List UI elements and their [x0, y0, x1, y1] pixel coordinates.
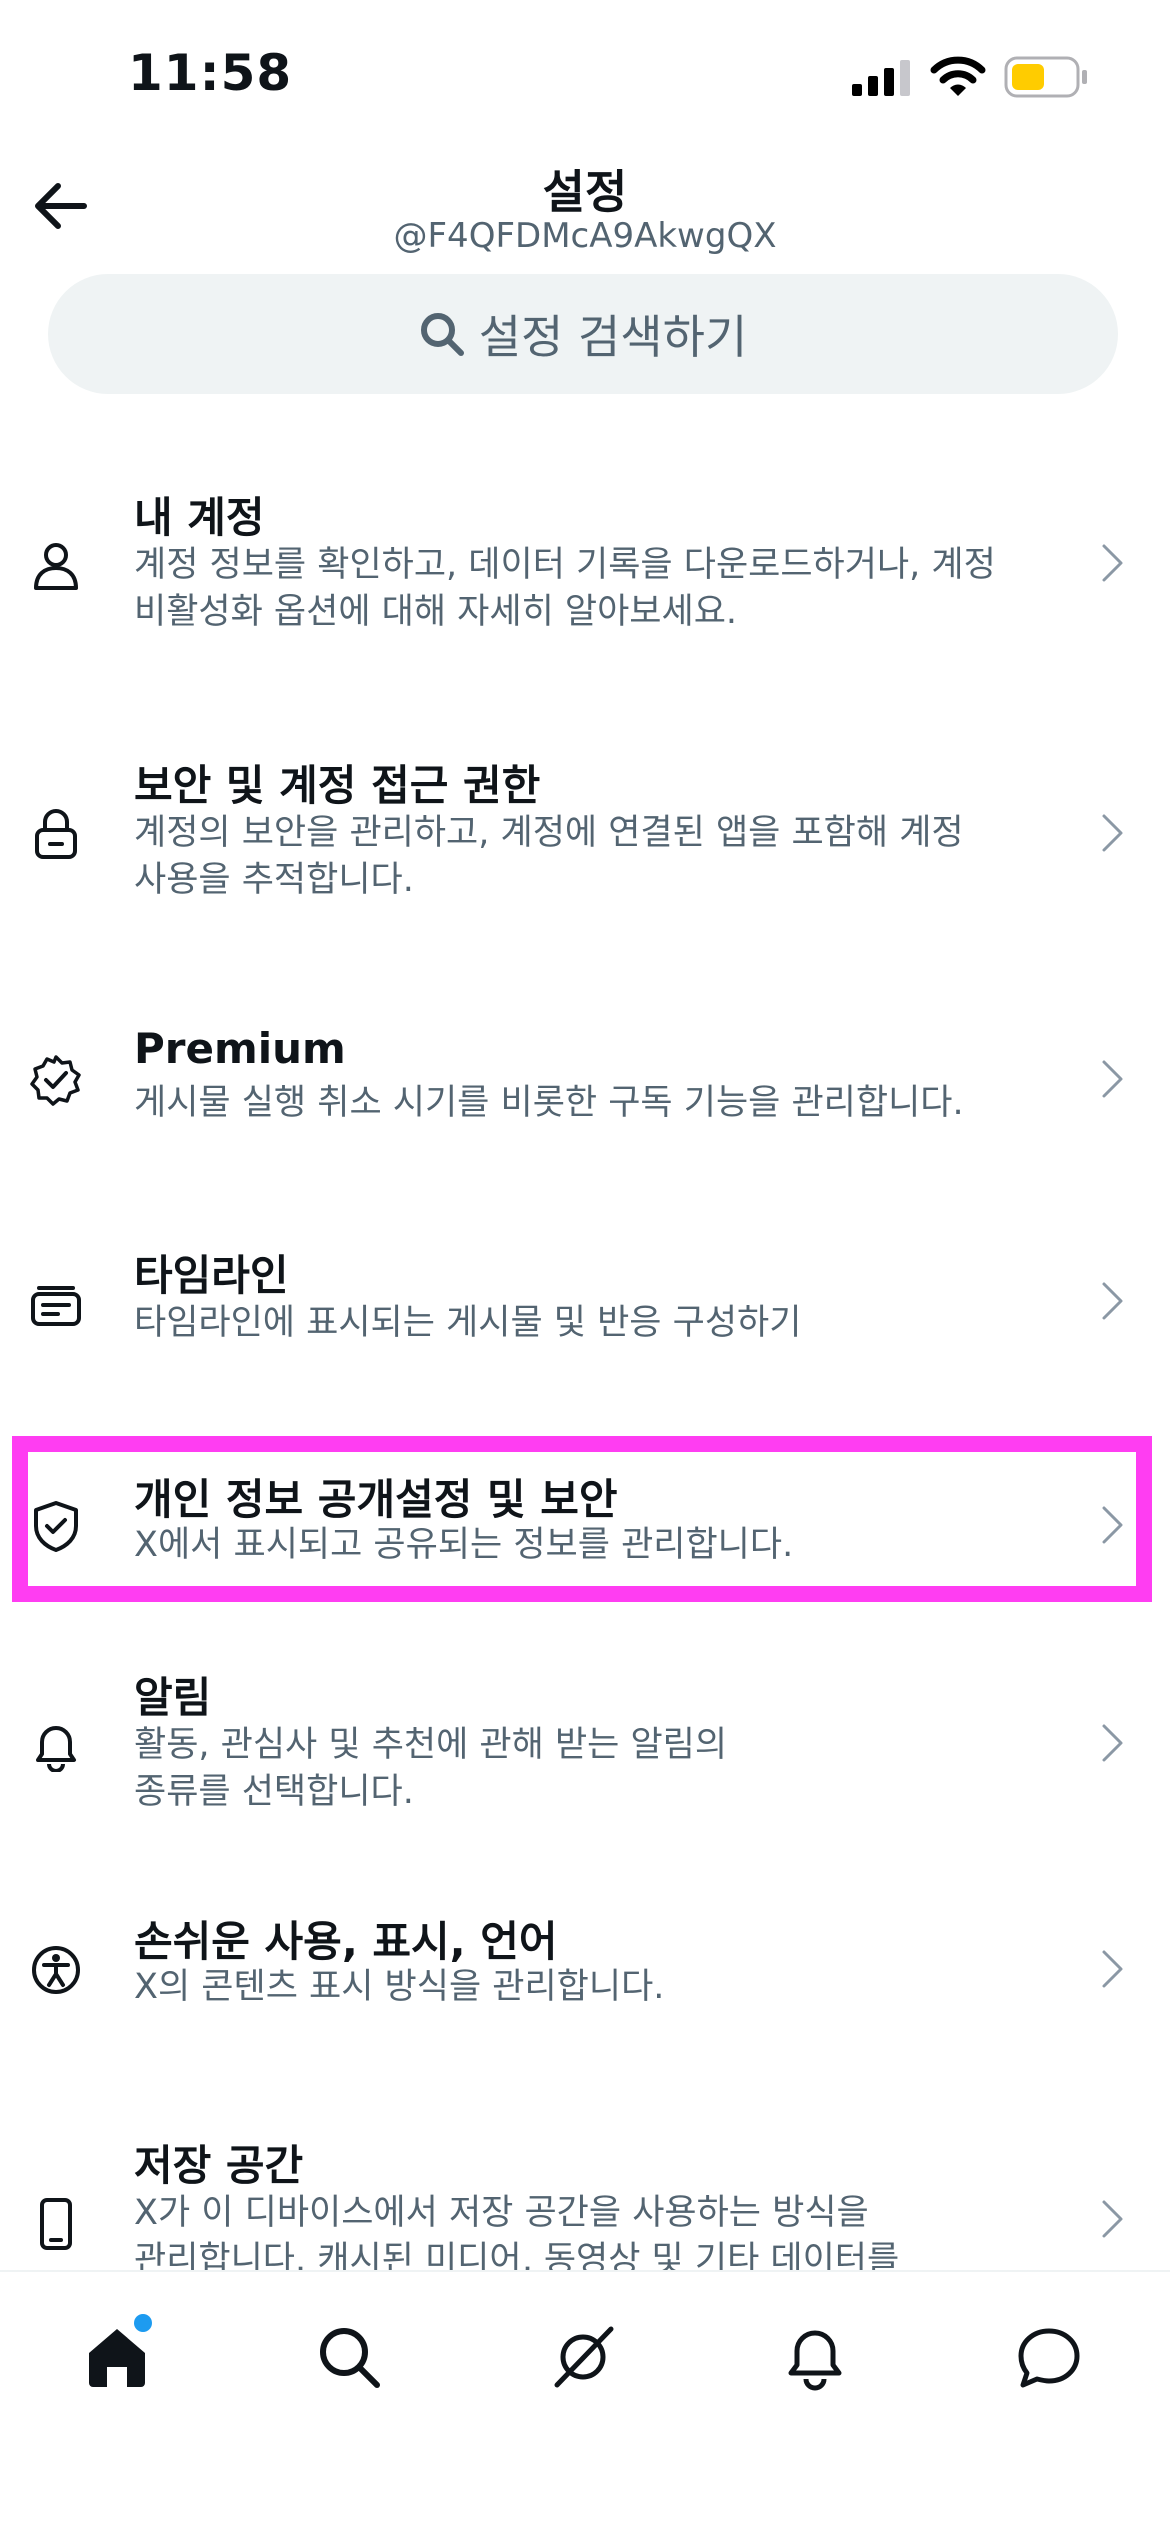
chevron-right-icon: [1102, 1282, 1123, 1320]
search-icon: [320, 2328, 380, 2388]
settings-item-title: 알림: [134, 1673, 212, 1722]
settings-search-bar[interactable]: 설정 검색하기: [48, 274, 1118, 394]
chevron-right-icon: [1102, 814, 1123, 852]
settings-screen: 11:58 설정 @F4QFDMcA9AkwgQX 설정 검색하기 내 계정 계…: [0, 0, 1170, 2532]
settings-item-description: 타임라인에 표시되는 게시물 및 반응 구성하기: [134, 1303, 802, 1343]
bottom-nav: [0, 2270, 1170, 2532]
timeline-card-icon: [31, 1286, 81, 1326]
chevron-right-icon: [1102, 1950, 1123, 1988]
settings-item-your-account[interactable]: 내 계정 계정 정보를 확인하고, 데이터 기록을 다운로드하거나, 계정 비활…: [0, 480, 1170, 650]
wifi-icon: [930, 56, 986, 96]
lock-icon: [35, 809, 77, 859]
nav-messages[interactable]: [1004, 2312, 1094, 2402]
chevron-right-icon: [1102, 544, 1123, 582]
settings-item-description: X의 콘텐츠 표시 방식을 관리합니다.: [134, 1967, 665, 2007]
home-icon: [89, 2329, 145, 2387]
phone-icon: [40, 2198, 72, 2250]
settings-item-description: 계정의 보안을 관리하고, 계정에 연결된 앱을 포함해 계정 사용을 추적합니…: [134, 813, 964, 900]
settings-list: 내 계정 계정 정보를 확인하고, 데이터 기록을 다운로드하거나, 계정 비활…: [0, 420, 1170, 2270]
messages-icon: [1018, 2328, 1080, 2388]
status-bar: 11:58: [0, 0, 1170, 150]
chevron-right-icon: [1102, 1060, 1123, 1098]
settings-item-title: 보안 및 계정 접근 권한: [134, 761, 541, 810]
verified-badge-icon: [30, 1055, 81, 1106]
settings-item-description: 계정 정보를 확인하고, 데이터 기록을 다운로드하거나, 계정 비활성화 옵션…: [134, 545, 996, 632]
page-title: 설정: [542, 165, 628, 219]
header: 설정 @F4QFDMcA9AkwgQX: [0, 150, 1170, 270]
settings-item-description: X가 이 디바이스에서 저장 공간을 사용하는 방식을 관리합니다. 캐시된 미…: [134, 2193, 900, 2270]
settings-item-title: 저장 공간: [134, 2141, 304, 2190]
chevron-right-icon: [1102, 2200, 1123, 2238]
search-icon: [420, 313, 464, 356]
settings-item-title: Premium: [134, 1024, 346, 1073]
accessibility-icon: [32, 1946, 80, 1994]
search-placeholder: 설정 검색하기: [478, 310, 748, 364]
settings-item-security[interactable]: 보안 및 계정 접근 권한 계정의 보안을 관리하고, 계정에 연결된 앱을 포…: [0, 750, 1170, 920]
nav-search[interactable]: [304, 2312, 394, 2402]
status-time: 11:58: [128, 44, 293, 102]
settings-item-notifications[interactable]: 알림 활동, 관심사 및 추천에 관해 받는 알림의 종류를 선택합니다.: [0, 1660, 1170, 1830]
settings-item-title: 내 계정: [134, 493, 265, 542]
bell-icon: [36, 1726, 76, 1772]
nav-grok[interactable]: [538, 2312, 628, 2402]
settings-item-title: 타임라인: [134, 1251, 289, 1300]
notification-dot: [134, 2314, 152, 2332]
nav-notifications[interactable]: [770, 2312, 860, 2402]
bell-icon: [788, 2330, 842, 2391]
signal-icon: [852, 60, 910, 96]
settings-item-accessibility[interactable]: 손쉬운 사용, 표시, 언어 X의 콘텐츠 표시 방식을 관리합니다.: [0, 1906, 1170, 2026]
person-icon: [34, 543, 78, 590]
settings-item-storage[interactable]: 저장 공간 X가 이 디바이스에서 저장 공간을 사용하는 방식을 관리합니다.…: [0, 2130, 1170, 2270]
highlight-box: [12, 1436, 1152, 1602]
settings-item-premium[interactable]: Premium 게시물 실행 취소 시기를 비롯한 구독 기능을 관리합니다.: [0, 1020, 1170, 1140]
nav-home[interactable]: [72, 2312, 162, 2402]
chevron-right-icon: [1102, 1724, 1123, 1762]
settings-item-description: 게시물 실행 취소 시기를 비롯한 구독 기능을 관리합니다.: [134, 1083, 964, 1123]
account-username: @F4QFDMcA9AkwgQX: [393, 216, 777, 256]
settings-item-title: 손쉬운 사용, 표시, 언어: [134, 1917, 558, 1966]
settings-item-timeline[interactable]: 타임라인 타임라인에 표시되는 게시물 및 반응 구성하기: [0, 1240, 1170, 1360]
battery-icon: [1004, 56, 1087, 98]
grok-icon: [554, 2326, 614, 2388]
settings-item-description: 활동, 관심사 및 추천에 관해 받는 알림의 종류를 선택합니다.: [134, 1725, 728, 1812]
